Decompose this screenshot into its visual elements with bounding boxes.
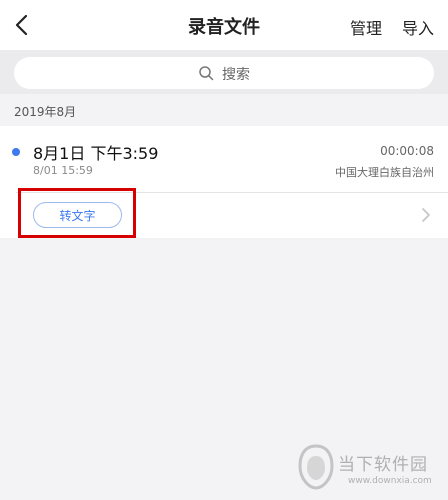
watermark-logo-icon xyxy=(298,444,334,490)
recording-datetime: 8/01 15:59 xyxy=(33,164,93,177)
recording-row[interactable]: 8月1日 下午3:59 8/01 15:59 00:00:08 中国大理白族自治… xyxy=(0,126,448,192)
unread-dot-icon xyxy=(12,148,20,156)
import-button[interactable]: 导入 xyxy=(402,15,434,39)
recording-duration: 00:00:08 xyxy=(380,144,434,158)
search-placeholder: 搜索 xyxy=(222,67,250,83)
watermark-name: 当下软件园 xyxy=(338,455,428,475)
search-icon xyxy=(199,66,214,81)
top-nav-bar: 录音文件 管理 导入 xyxy=(0,0,448,50)
watermark-url: www.downxia.com xyxy=(348,476,432,486)
chevron-right-icon[interactable] xyxy=(421,207,431,223)
search-input[interactable]: 搜索 xyxy=(14,57,434,89)
watermark: 当下软件园 www.downxia.com xyxy=(296,440,446,498)
recording-title: 8月1日 下午3:59 xyxy=(33,144,159,163)
highlight-annotation-box xyxy=(18,188,136,238)
recording-location: 中国大理白族自治州 xyxy=(335,166,434,179)
manage-button[interactable]: 管理 xyxy=(350,15,382,39)
month-group-header: 2019年8月 xyxy=(14,105,77,119)
